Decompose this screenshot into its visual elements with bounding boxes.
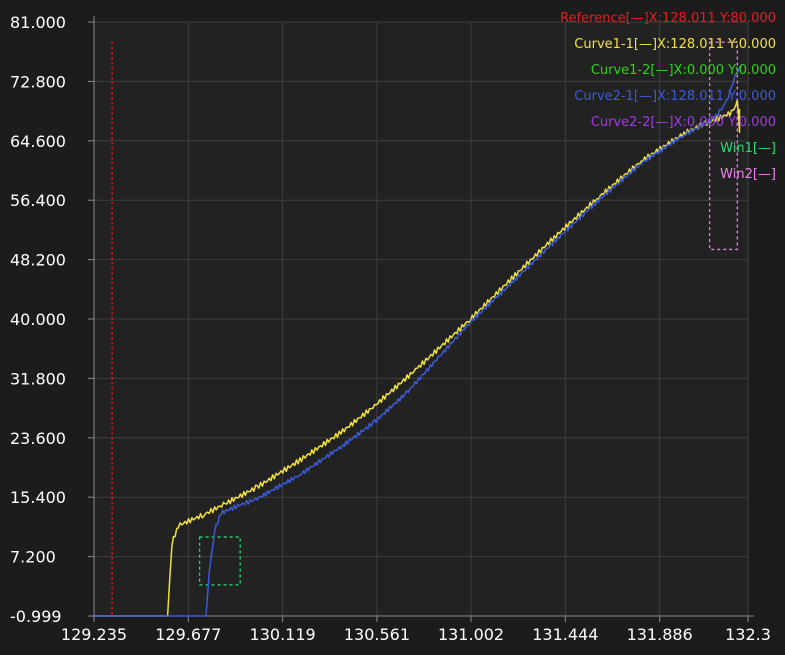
x-tick-label: 130.561	[344, 625, 410, 644]
y-tick-label: 7.200	[10, 548, 56, 567]
x-tick-label: 131.444	[532, 625, 598, 644]
x-tick-label: 129.677	[155, 625, 221, 644]
y-tick-label: 72.800	[10, 72, 66, 91]
x-tick-label: 131.002	[438, 625, 504, 644]
y-tick-label: 31.800	[10, 369, 66, 388]
y-tick-label: 81.000	[10, 13, 66, 32]
y-tick-label: 48.200	[10, 251, 66, 270]
x-tick-label: 131.886	[627, 625, 693, 644]
legend-entry: Curve2-2[—]X:0.000 Y:0.000	[591, 115, 776, 130]
y-tick-label: 56.400	[10, 191, 66, 210]
x-tick-label: 132.3	[725, 625, 771, 644]
x-tick-label: 129.235	[61, 625, 127, 644]
legend-entry: Curve2-1[—]X:128.011 Y:0.000	[574, 89, 776, 104]
line-chart: 81.000 72.800 64.600 56.400 48.200 40.000 31.8…	[0, 0, 785, 655]
legend-entry: Curve1-2[—]X:0.000 Y:0.000	[591, 63, 776, 78]
legend-entry: Win2[—]	[720, 167, 776, 182]
y-tick-label: 64.600	[10, 132, 66, 151]
legend-entry: Reference[—]X:128.011 Y:80.000	[560, 11, 776, 26]
y-tick-label: 15.400	[10, 488, 66, 507]
x-tick-label: 130.119	[250, 625, 316, 644]
legend-entry: Win1[—]	[720, 141, 776, 156]
chart-frame: 81.000 72.800 64.600 56.400 48.200 40.000 31.8…	[0, 0, 785, 655]
y-tick-label: 23.600	[10, 429, 66, 448]
y-tick-label: -0.999	[10, 607, 62, 626]
y-tick-label: 40.000	[10, 310, 66, 329]
legend-entry: Curve1-1[—]X:128.011 Y:0.000	[574, 37, 776, 52]
